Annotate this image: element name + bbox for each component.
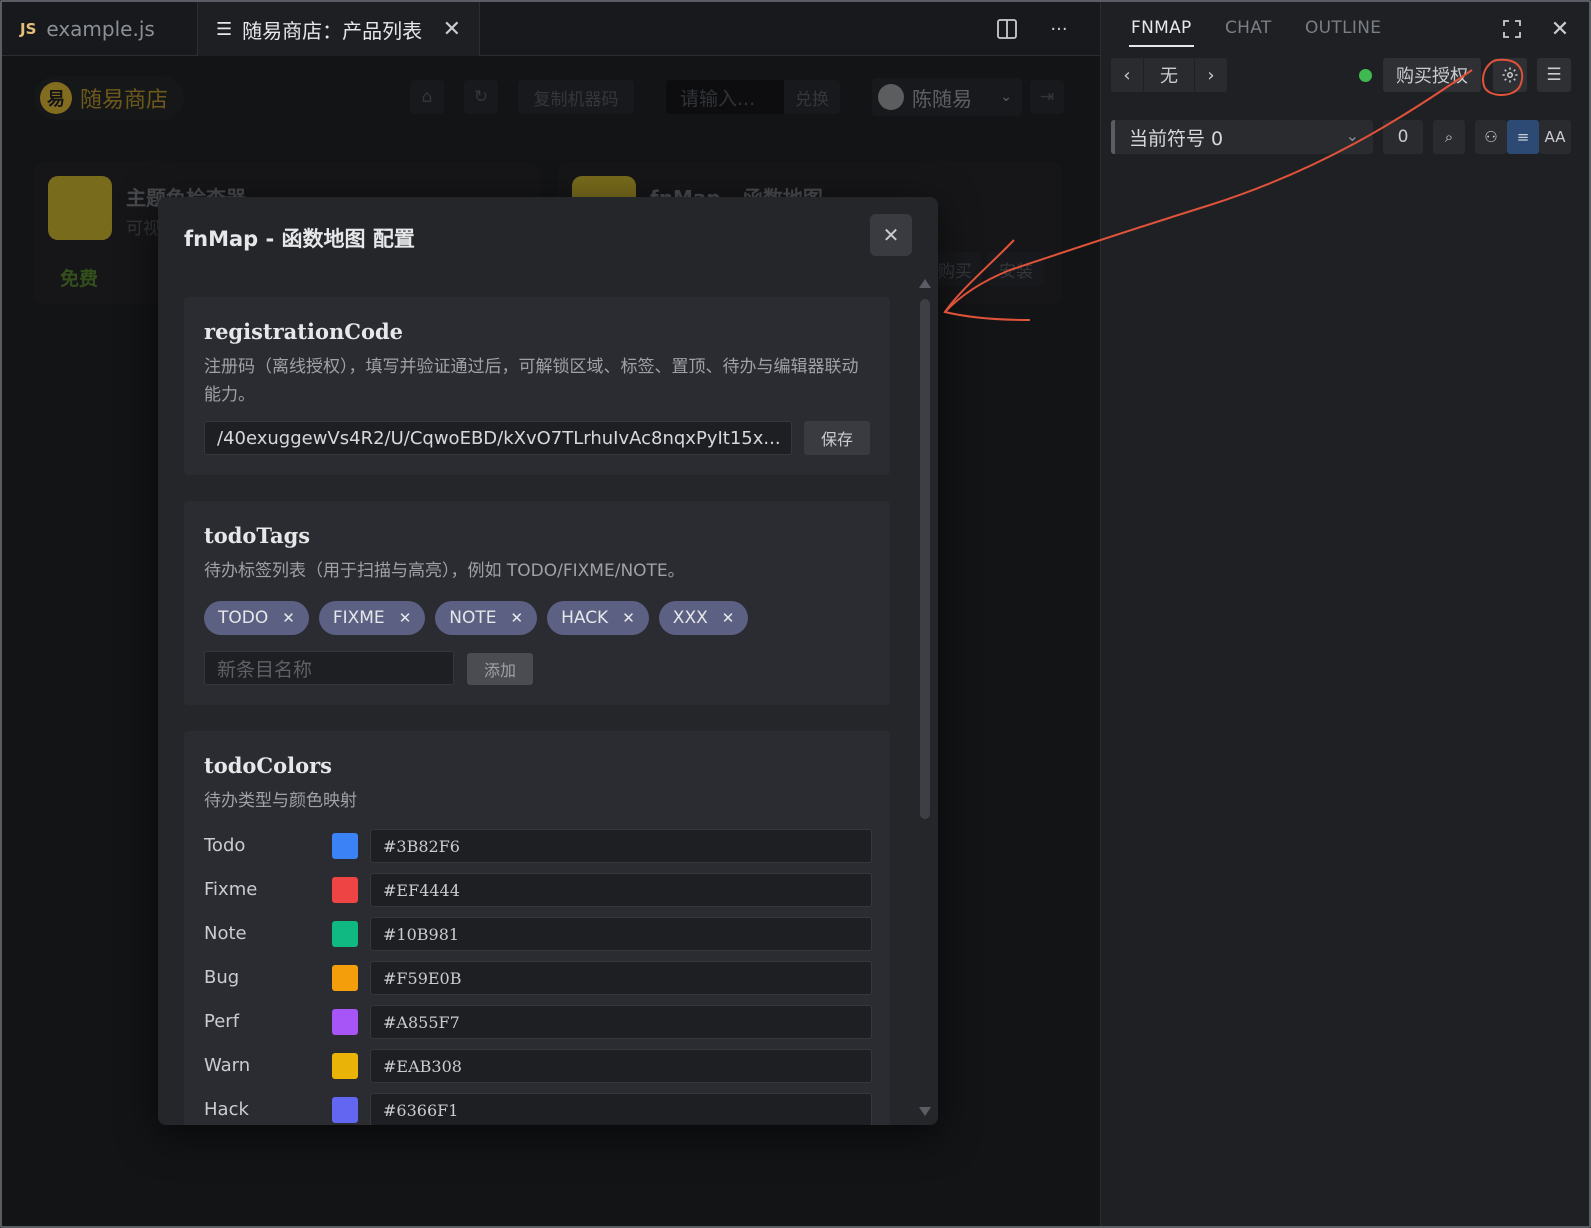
navigation-group: ‹ 无 ›	[1111, 58, 1227, 92]
close-icon[interactable]: ✕	[870, 214, 912, 256]
license-status-dot	[1359, 69, 1372, 82]
hierarchy-icon[interactable]: ⚇	[1475, 120, 1507, 154]
remove-icon[interactable]: ✕	[722, 609, 735, 627]
tag-label: HACK	[561, 608, 609, 628]
registration-code-section: registrationCode 注册码（离线授权），填写并验证通过后，可解锁区…	[184, 297, 890, 475]
search-icon[interactable]: ⌕	[1433, 120, 1465, 154]
color-label: Hack	[204, 1099, 249, 1120]
tab-outline[interactable]: OUTLINE	[1305, 18, 1381, 38]
color-label: Warn	[204, 1055, 251, 1076]
hex-input[interactable]: #EAB308	[370, 1049, 872, 1083]
symbol-count: 0	[1383, 120, 1423, 154]
tag-chip[interactable]: TODO ✕	[204, 601, 309, 635]
section-description: 注册码（离线授权），填写并验证通过后，可解锁区域、标签、置顶、待办与编辑器联动能…	[204, 357, 859, 405]
color-swatch[interactable]	[332, 1097, 358, 1123]
scrollbar-thumb[interactable]	[920, 299, 930, 819]
editor-tab-bar: JS example.js ☰ 随易商店：产品列表 ✕ ···	[2, 2, 1100, 56]
line-numbers-icon[interactable]: ≡	[1507, 120, 1539, 154]
color-swatch[interactable]	[332, 1053, 358, 1079]
chevron-down-icon: ⌄	[1345, 126, 1359, 145]
color-label: Todo	[204, 835, 246, 856]
section-title: registrationCode	[204, 319, 403, 344]
remove-icon[interactable]: ✕	[511, 609, 524, 627]
js-file-icon: JS	[20, 20, 37, 38]
color-row: Note #10B981	[204, 917, 872, 951]
hex-input[interactable]: #6366F1	[370, 1093, 872, 1125]
tab-chat[interactable]: CHAT	[1225, 18, 1272, 38]
color-label: Note	[204, 923, 247, 944]
remove-icon[interactable]: ✕	[622, 609, 635, 627]
more-actions-icon[interactable]: ···	[1044, 14, 1074, 44]
chevron-left-icon[interactable]: ‹	[1111, 58, 1143, 92]
tag-chip[interactable]: HACK ✕	[547, 601, 649, 635]
current-symbol-select[interactable]: 当前符号 0 ⌄	[1111, 120, 1373, 154]
tag-list: TODO ✕ FIXME ✕ NOTE ✕ HACK ✕ XXX ✕	[204, 601, 749, 635]
preview-icon: ☰	[216, 18, 233, 40]
tag-chip[interactable]: XXX ✕	[658, 601, 749, 635]
tab-shop-product-list[interactable]: ☰ 随易商店：产品列表 ✕	[198, 2, 480, 56]
save-button[interactable]: 保存	[804, 421, 870, 455]
color-row: Warn #EAB308	[204, 1049, 872, 1083]
symbol-toolbar: 当前符号 0 ⌄ 0 ⌕ ⚇ ≡ AA	[1111, 120, 1579, 154]
remove-icon[interactable]: ✕	[399, 609, 412, 627]
font-size-toggle[interactable]: AA	[1539, 120, 1571, 154]
config-modal: fnMap - 函数地图 配置 ✕ registrationCode 注册码（离…	[158, 197, 938, 1125]
registration-code-input[interactable]: /40exuggewVs4R2/U/CqwoEBD/kXvO7TLrhuIvAc…	[204, 421, 792, 455]
color-swatch[interactable]	[332, 833, 358, 859]
tag-label: FIXME	[332, 608, 385, 628]
tab-fnmap[interactable]: FNMAP	[1129, 18, 1194, 47]
tab-label: example.js	[46, 17, 155, 41]
collapse-list-icon[interactable]: ☰	[1537, 58, 1571, 92]
tab-example-js[interactable]: JS example.js	[2, 2, 198, 56]
hex-input[interactable]: #EF4444	[370, 873, 872, 907]
current-symbol-label: 当前符号 0	[1129, 127, 1224, 150]
section-description: 待办标签列表（用于扫描与高亮），例如 TODO/FIXME/NOTE。	[204, 561, 685, 581]
color-swatch[interactable]	[332, 877, 358, 903]
todo-colors-section: todoColors 待办类型与颜色映射 Todo #3B82F6 Fixme …	[184, 731, 890, 1125]
color-row: Bug #F59E0B	[204, 961, 872, 995]
tag-label: XXX	[672, 608, 708, 628]
color-row: Fixme #EF4444	[204, 873, 872, 907]
add-button[interactable]: 添加	[467, 653, 533, 685]
nav-current-value: 无	[1143, 58, 1195, 92]
color-row: Hack #6366F1	[204, 1093, 872, 1125]
color-label: Perf	[204, 1011, 240, 1032]
hex-input[interactable]: #3B82F6	[370, 829, 872, 863]
section-title: todoColors	[204, 753, 332, 778]
remove-icon[interactable]: ✕	[282, 609, 295, 627]
color-row: Perf #A855F7	[204, 1005, 872, 1039]
chevron-right-icon[interactable]: ›	[1195, 58, 1227, 92]
new-tag-input[interactable]: 新条目名称	[204, 651, 454, 685]
close-icon[interactable]: ✕	[1545, 14, 1575, 44]
section-description: 待办类型与颜色映射	[204, 791, 357, 811]
split-editor-icon[interactable]	[992, 14, 1022, 44]
tab-label: 随易商店：产品列表	[242, 18, 423, 43]
panel-toolbar: ‹ 无 › 购买授权 ☰	[1111, 58, 1579, 92]
color-row: Todo #3B82F6	[204, 829, 872, 863]
scroll-down-arrow[interactable]	[919, 1107, 931, 1116]
hex-input[interactable]: #A855F7	[370, 1005, 872, 1039]
tag-chip[interactable]: NOTE ✕	[435, 601, 538, 635]
hex-input[interactable]: #10B981	[370, 917, 872, 951]
tag-label: TODO	[218, 608, 269, 628]
buy-license-button[interactable]: 购买授权	[1383, 58, 1481, 92]
hex-input[interactable]: #F59E0B	[370, 961, 872, 995]
maximize-icon[interactable]	[1497, 14, 1527, 44]
color-label: Fixme	[204, 879, 258, 900]
settings-gear-button[interactable]	[1493, 58, 1527, 92]
tag-chip[interactable]: FIXME ✕	[318, 601, 426, 635]
close-icon[interactable]: ✕	[443, 17, 461, 42]
color-swatch[interactable]	[332, 1009, 358, 1035]
color-swatch[interactable]	[332, 965, 358, 991]
section-title: todoTags	[204, 523, 311, 548]
color-label: Bug	[204, 967, 240, 988]
fnmap-side-panel: FNMAP CHAT OUTLINE ✕ ‹ 无 › 购买授权 ☰ 当前符号 0…	[1100, 2, 1589, 1226]
modal-title: fnMap - 函数地图 配置	[184, 227, 415, 251]
todo-tags-section: todoTags 待办标签列表（用于扫描与高亮），例如 TODO/FIXME/N…	[184, 501, 890, 705]
tag-label: NOTE	[449, 608, 497, 628]
color-swatch[interactable]	[332, 921, 358, 947]
panel-tabs: FNMAP CHAT OUTLINE ✕	[1101, 2, 1589, 56]
scroll-up-arrow[interactable]	[919, 279, 931, 288]
